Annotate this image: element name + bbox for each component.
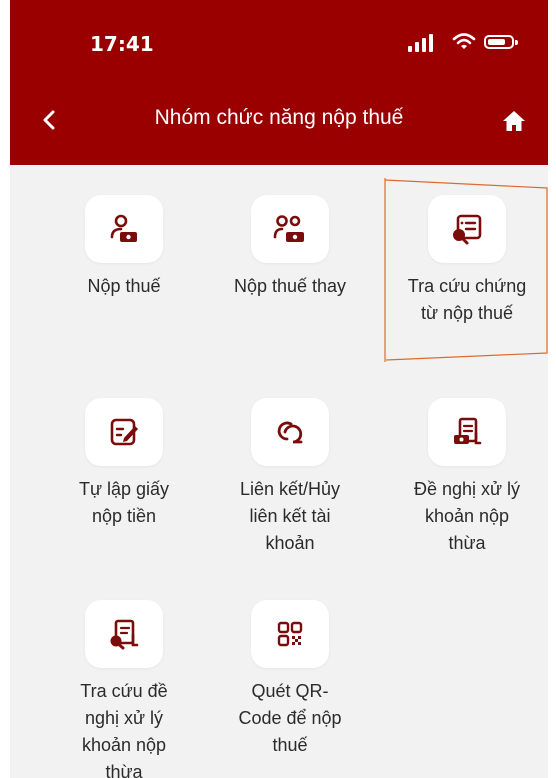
tile-label: Liên kết/Hủy liên kết tài khoản: [239, 479, 341, 553]
tile-nop-thue-thay[interactable]: Nộp thuế thay: [205, 195, 375, 300]
tile-tra-cuu-de-nghi[interactable]: Tra cứu đề nghị xử lý khoản nộp thừa: [39, 600, 209, 778]
tile-tu-lap-giay[interactable]: Tự lập giấy nộp tiền: [39, 398, 209, 530]
header-bar: 17:41 Nhóm chức năng nộp thuế: [10, 0, 548, 165]
document-search-icon: [453, 214, 482, 245]
page-title: Nhóm chức năng nộp thuế: [154, 106, 404, 129]
person-cash-icon: [110, 214, 137, 242]
qr-code-icon: [277, 621, 303, 647]
tile-label: Quét QR- Code để nộp thuế: [238, 681, 342, 755]
link-icon: [277, 421, 303, 444]
tile-label: Nộp thuế thay: [233, 276, 347, 296]
tile-label: Tự lập giấy nộp tiền: [78, 479, 170, 526]
people-cash-icon: [273, 215, 304, 242]
tile-label: Tra cứu chứng từ nộp thuế: [407, 276, 527, 323]
tile-label: Đề nghị xử lý khoản nộp thừa: [413, 479, 521, 553]
home-icon[interactable]: [502, 110, 526, 132]
document-cash-icon: [454, 417, 482, 445]
battery-icon: [484, 35, 518, 49]
tile-quet-qr[interactable]: Quét QR- Code để nộp thuế: [205, 600, 375, 759]
app-screen: 17:41 Nhóm chức năng nộp thuế Nộp thuế N…: [10, 0, 548, 778]
tile-label: Nộp thuế: [87, 276, 161, 296]
tile-de-nghi-xu-ly[interactable]: Đề nghị xử lý khoản nộp thừa: [382, 398, 548, 557]
edit-document-icon: [110, 418, 138, 446]
tile-lien-ket[interactable]: Liên kết/Hủy liên kết tài khoản: [205, 398, 375, 557]
wifi-icon: [452, 33, 476, 49]
status-time: 17:41: [90, 32, 154, 56]
document-search-icon: [110, 619, 139, 650]
signal-icon: [408, 32, 438, 52]
tile-label: Tra cứu đề nghị xử lý khoản nộp thừa: [80, 681, 168, 778]
tile-tra-cuu-chung-tu[interactable]: Tra cứu chứng từ nộp thuế: [382, 195, 548, 327]
tile-nop-thue[interactable]: Nộp thuế: [39, 195, 209, 300]
